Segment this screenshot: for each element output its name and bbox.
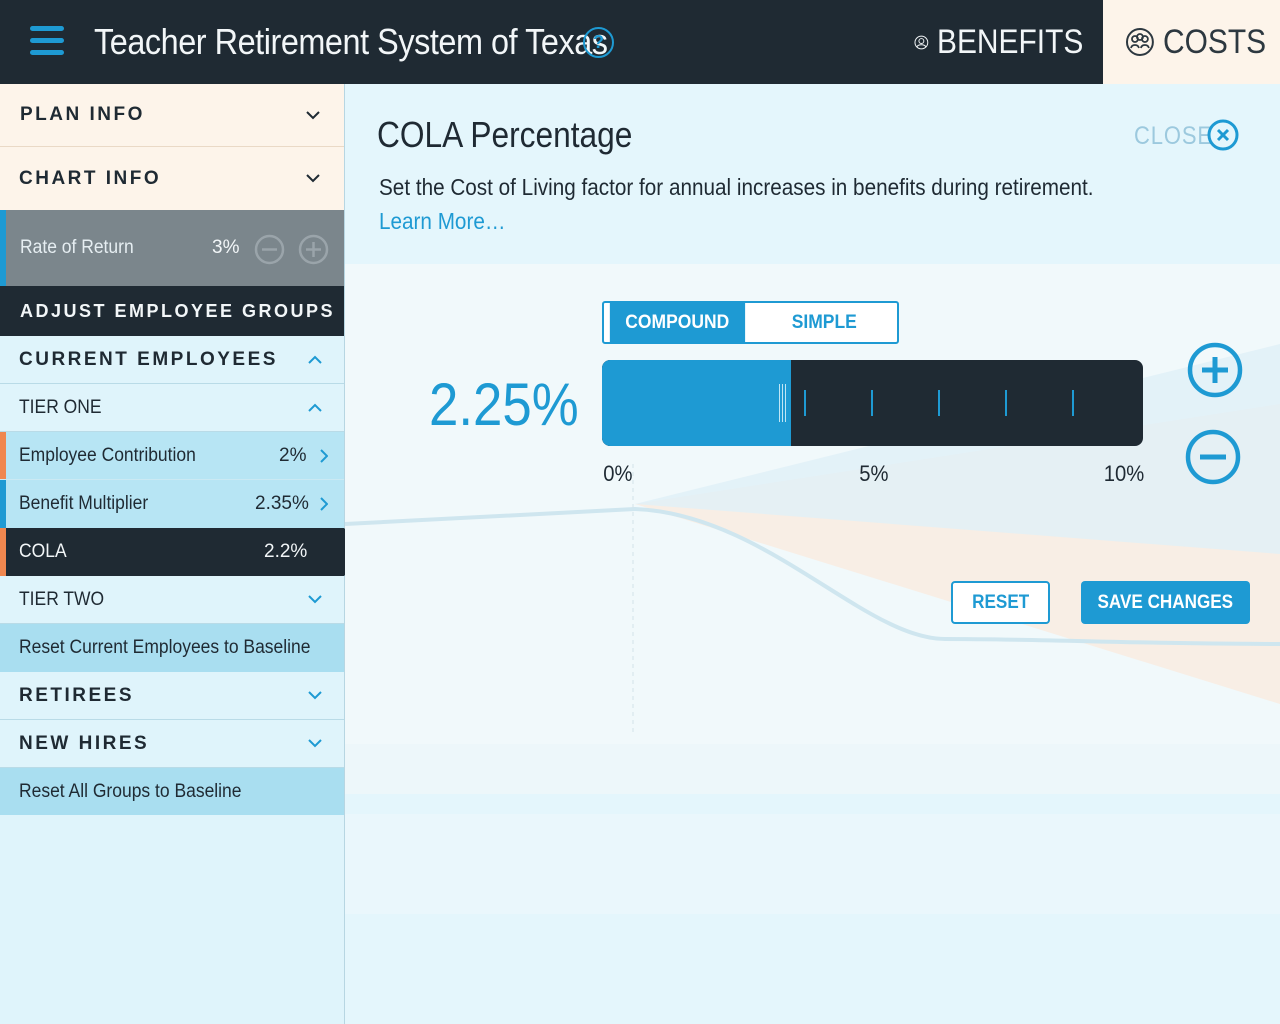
tab-benefits[interactable]: BENEFITS	[914, 0, 1103, 84]
chevron-down-icon	[308, 691, 322, 700]
decrease-cola-button[interactable]	[1185, 429, 1241, 485]
chevron-up-icon	[308, 403, 322, 412]
reset-all-groups-label: Reset All Groups to Baseline	[19, 780, 242, 802]
cola-value: 2.2%	[264, 541, 308, 562]
accent-bar	[0, 528, 6, 576]
slider-tick	[938, 390, 940, 416]
accent-bar	[0, 480, 6, 528]
benefit-multiplier-label: Benefit Multiplier	[19, 493, 149, 514]
employee-contribution-value: 2%	[279, 445, 307, 466]
mode-simple-button[interactable]: SIMPLE	[756, 303, 892, 342]
slider-tick	[1072, 390, 1074, 416]
chevron-down-icon	[308, 595, 322, 604]
reset-button[interactable]: RESET	[951, 581, 1050, 624]
plan-info-label: PLAN INFO	[20, 104, 145, 125]
chevron-right-icon	[319, 497, 328, 511]
sidebar-item-rate-of-return: Rate of Return 3%	[0, 210, 344, 286]
accent-bar	[0, 432, 6, 479]
slider-max-label: 10%	[1103, 461, 1145, 486]
sidebar-item-tier-one[interactable]: TIER ONE	[0, 384, 344, 432]
reset-label: RESET	[971, 591, 1030, 613]
current-employees-label: CURRENT EMPLOYEES	[19, 348, 278, 370]
reset-current-employees-button[interactable]: Reset Current Employees to Baseline	[0, 624, 344, 672]
cola-panel: COLA Percentage CLOSE Set the Cost of Li…	[345, 84, 1280, 684]
chevron-down-icon	[306, 110, 320, 120]
tier-one-label: TIER ONE	[19, 396, 102, 418]
cola-mode-toggle: COMPOUND SIMPLE	[602, 301, 899, 344]
learn-more-link[interactable]: Learn More…	[379, 208, 506, 235]
save-changes-label: SAVE CHANGES	[1097, 591, 1234, 613]
main-area: COLA Percentage CLOSE Set the Cost of Li…	[345, 84, 1280, 1024]
accent-bar	[0, 210, 6, 286]
sidebar-item-retirees[interactable]: RETIREES	[0, 672, 344, 720]
sidebar-item-benefit-multiplier[interactable]: Benefit Multiplier 2.35%	[0, 480, 344, 528]
tab-costs-label: COSTS	[1162, 22, 1266, 61]
people-group-icon	[1125, 28, 1154, 56]
increase-rate-button[interactable]	[298, 234, 329, 265]
save-changes-button[interactable]: SAVE CHANGES	[1081, 581, 1250, 624]
section-header-adjust-groups: ADJUST EMPLOYEE GROUPS	[0, 286, 344, 336]
panel-title: COLA Percentage	[377, 114, 633, 155]
chevron-right-icon	[319, 448, 328, 463]
menu-icon[interactable]	[30, 26, 64, 56]
rate-of-return-label: Rate of Return	[20, 237, 134, 258]
adjust-groups-label: ADJUST EMPLOYEE GROUPS	[20, 300, 336, 321]
app-title: Teacher Retirement System of Texas	[94, 21, 608, 62]
slider-handle[interactable]	[779, 384, 787, 422]
employee-contribution-label: Employee Contribution	[19, 444, 196, 466]
sidebar-item-chart-info[interactable]: CHART INFO	[0, 147, 344, 210]
cola-label: COLA	[19, 541, 67, 562]
rate-of-return-value: 3%	[212, 237, 240, 258]
decrease-rate-button[interactable]	[254, 234, 285, 265]
sidebar-item-cola[interactable]: COLA 2.2%	[0, 528, 344, 576]
panel-description: Set the Cost of Living factor for annual…	[379, 174, 1094, 200]
top-bar: Teacher Retirement System of Texas ? BEN…	[0, 0, 1280, 84]
slider-min-label: 0%	[603, 461, 633, 486]
user-icon	[914, 35, 929, 49]
new-hires-label: NEW HIRES	[19, 732, 150, 754]
mode-compound-button[interactable]: COMPOUND	[609, 303, 745, 342]
benefit-multiplier-value: 2.35%	[255, 493, 309, 514]
reset-all-groups-button[interactable]: Reset All Groups to Baseline	[0, 768, 344, 815]
tab-benefits-label: BENEFITS	[936, 22, 1084, 61]
close-button[interactable]: CLOSE	[1134, 122, 1213, 151]
sidebar-item-current-employees[interactable]: CURRENT EMPLOYEES	[0, 336, 344, 384]
increase-cola-button[interactable]	[1187, 342, 1243, 398]
cola-value-display: 2.25%	[429, 371, 579, 438]
close-icon[interactable]	[1207, 119, 1239, 151]
sidebar-item-employee-contribution[interactable]: Employee Contribution 2%	[0, 432, 344, 480]
slider-tick	[871, 390, 873, 416]
slider-tick	[804, 390, 806, 416]
sidebar-item-plan-info[interactable]: PLAN INFO	[0, 84, 344, 147]
tier-two-label: TIER TWO	[19, 588, 105, 610]
sidebar-item-tier-two[interactable]: TIER TWO	[0, 576, 344, 624]
slider-mid-label: 5%	[859, 461, 889, 486]
cola-slider[interactable]	[602, 360, 1143, 446]
slider-fill	[602, 360, 791, 446]
slider-tick	[1005, 390, 1007, 416]
sidebar-item-new-hires[interactable]: NEW HIRES	[0, 720, 344, 768]
chart-info-label: CHART INFO	[19, 167, 162, 189]
help-button[interactable]: ?	[583, 27, 614, 58]
chevron-up-icon	[308, 355, 322, 364]
tab-costs[interactable]: COSTS	[1103, 0, 1280, 84]
sidebar: PLAN INFO CHART INFO Rate of Return 3% A…	[0, 84, 368, 1024]
chevron-down-icon	[306, 174, 320, 183]
chevron-down-icon	[308, 739, 322, 748]
retirees-label: RETIREES	[19, 684, 135, 706]
reset-current-employees-label: Reset Current Employees to Baseline	[19, 637, 311, 658]
